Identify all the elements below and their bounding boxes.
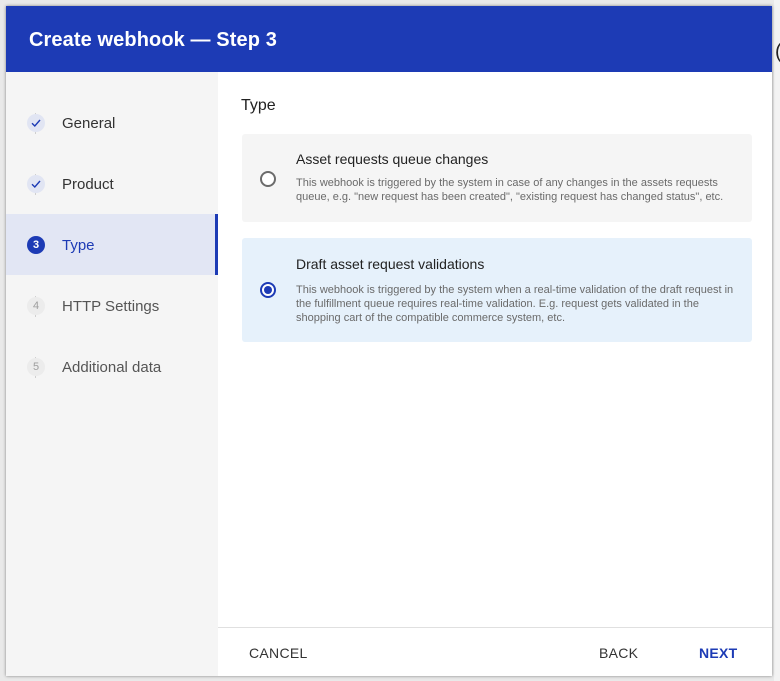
step-http-settings[interactable]: 4 HTTP Settings [6, 275, 218, 336]
step-number-badge: 4 [27, 297, 45, 315]
option-description: This webhook is triggered by the system … [296, 177, 724, 203]
step-general[interactable]: General [6, 92, 218, 153]
step-number-badge: 3 [27, 236, 45, 254]
back-button[interactable]: BACK [599, 645, 638, 661]
step-number-badge: 5 [27, 358, 45, 376]
background-edge-glyph: ( [775, 42, 780, 62]
option-title: Draft asset request validations [296, 256, 485, 272]
wizard-steps-sidebar: General Product 3 Type 4 HTTP Settings 5… [6, 72, 218, 676]
option-draft-asset-request-validations[interactable]: Draft asset request validations This web… [242, 238, 752, 342]
radio-selected[interactable] [260, 282, 276, 298]
create-webhook-dialog: Create webhook — Step 3 General Product … [6, 6, 772, 676]
check-icon [27, 175, 45, 193]
option-title: Asset requests queue changes [296, 151, 489, 167]
option-asset-requests-queue-changes[interactable]: Asset requests queue changes This webhoo… [242, 134, 752, 222]
background-window-edge [774, 0, 780, 681]
check-icon [27, 114, 45, 132]
option-description: This webhook is triggered by the system … [296, 284, 734, 324]
step-label: Additional data [62, 359, 162, 376]
step-type[interactable]: 3 Type [6, 214, 218, 275]
step-label: Product [62, 176, 114, 193]
step-content: Type Asset requests queue changes This w… [218, 72, 772, 627]
step-label: General [62, 115, 116, 132]
step-label: Type [62, 237, 95, 254]
section-title: Type [241, 97, 276, 114]
step-additional-data[interactable]: 5 Additional data [6, 336, 218, 397]
radio-unselected[interactable] [260, 171, 276, 187]
cancel-button[interactable]: CANCEL [249, 645, 308, 661]
step-label: HTTP Settings [62, 298, 160, 315]
step-product[interactable]: Product [6, 153, 218, 214]
dialog-header: Create webhook — Step 3 [6, 6, 772, 72]
dialog-footer: CANCEL BACK NEXT [218, 627, 772, 676]
dialog-title: Create webhook — Step 3 [29, 29, 277, 51]
next-button[interactable]: NEXT [699, 645, 738, 661]
